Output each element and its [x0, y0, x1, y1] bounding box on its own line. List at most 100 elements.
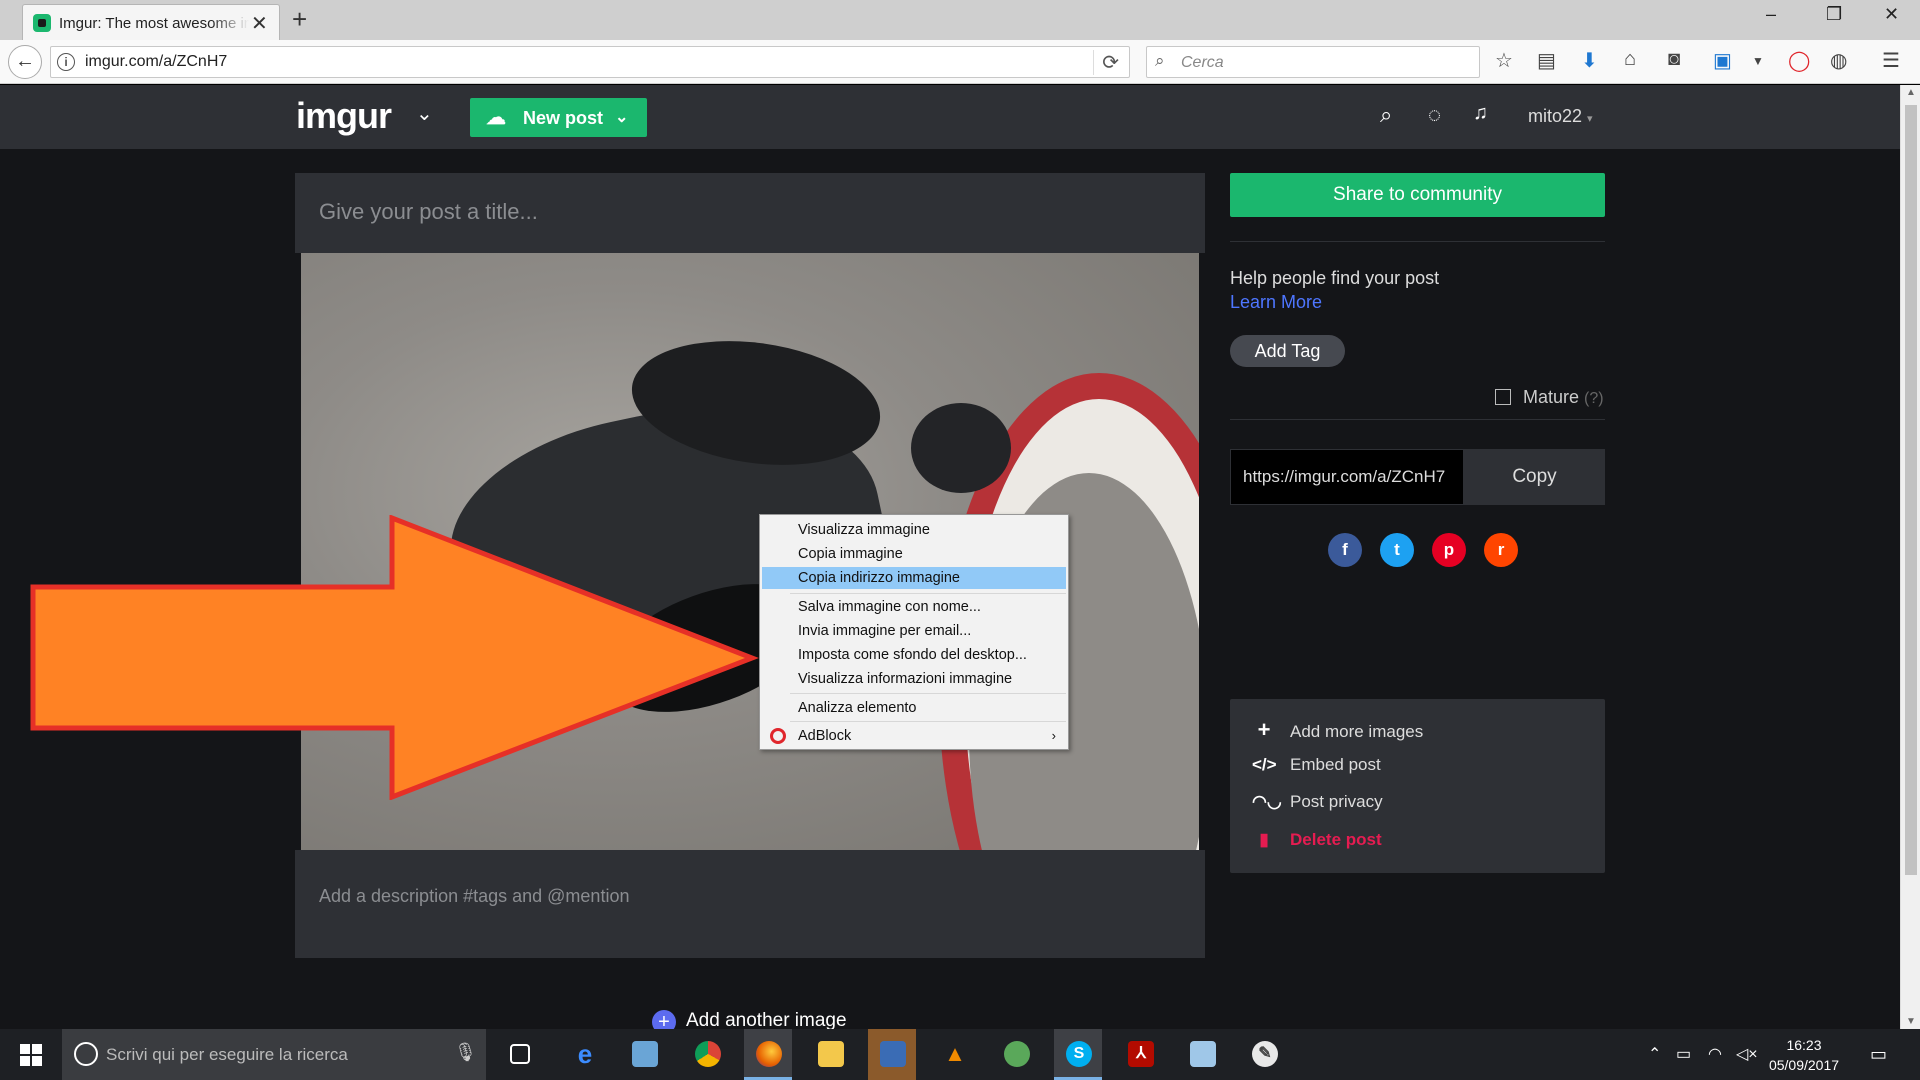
copy-button[interactable]: Copy — [1464, 449, 1605, 505]
new-tab-icon[interactable]: + — [292, 4, 307, 35]
acrobat-icon[interactable]: ⅄ — [1116, 1029, 1164, 1080]
trash-icon: ▮ — [1259, 830, 1269, 849]
facebook-icon[interactable]: f — [1328, 533, 1362, 567]
mature-help[interactable]: (?) — [1584, 390, 1604, 407]
mask-icon: ◠◡ — [1252, 792, 1282, 811]
minimize-icon[interactable]: – — [1766, 4, 1776, 25]
windows-start-icon[interactable] — [20, 1044, 42, 1066]
share-link-input[interactable]: https://imgur.com/a/ZCnH7 — [1230, 449, 1464, 505]
app-icon[interactable] — [868, 1029, 916, 1080]
reading-list-icon[interactable]: ▤ — [1537, 48, 1556, 73]
scrollbar-thumb[interactable] — [1905, 105, 1917, 875]
embed-post-label: Embed post — [1290, 755, 1381, 774]
maximize-icon[interactable]: ❐ — [1826, 4, 1842, 25]
notepad-icon[interactable] — [1178, 1029, 1226, 1080]
pinterest-icon[interactable]: p — [1432, 533, 1466, 567]
chrome-icon[interactable] — [683, 1029, 731, 1080]
title-placeholder: Give your post a title... — [319, 199, 538, 224]
browser-tab[interactable]: Imgur: The most awesome images on the In… — [22, 4, 280, 40]
back-arrow-icon[interactable]: ← — [8, 45, 42, 79]
post-privacy-button[interactable]: ◠◡ Post privacy — [1252, 792, 1383, 812]
home-icon[interactable]: ⌂ — [1624, 48, 1636, 71]
menu-separator — [790, 721, 1066, 722]
bell-icon[interactable]: ♫ — [1473, 102, 1488, 125]
browser-search-input[interactable]: ⌕ Cerca — [1146, 46, 1480, 78]
chevron-down-icon[interactable]: ⌄ — [416, 101, 433, 126]
twitter-icon[interactable]: t — [1380, 533, 1414, 567]
menu-item-set-desktop-background[interactable]: Imposta come sfondo del desktop... — [762, 644, 1066, 666]
help-text: Help people find your post — [1230, 268, 1440, 288]
globe-icon[interactable]: ◍ — [1830, 48, 1847, 73]
reddit-icon[interactable]: r — [1484, 533, 1518, 567]
delete-post-button[interactable]: ▮ Delete post — [1252, 830, 1382, 850]
description-placeholder: Add a description #tags and @mention — [319, 886, 630, 906]
microphone-icon[interactable]: 🎙 — [454, 1042, 477, 1063]
menu-icon[interactable]: ☰ — [1882, 48, 1900, 73]
globe-app-icon[interactable] — [992, 1029, 1040, 1080]
scroll-down-icon[interactable]: ▼ — [1906, 1016, 1916, 1027]
bookmark-star-icon[interactable]: ☆ — [1495, 48, 1513, 73]
tab-title: Imgur: The most awesome images on the In… — [59, 15, 249, 32]
username-menu[interactable]: mito22 ▾ — [1528, 106, 1593, 127]
delete-post-label: Delete post — [1290, 830, 1382, 849]
search-icon[interactable]: ⌕ — [1380, 102, 1392, 128]
imgur-logo[interactable]: imgur — [296, 95, 392, 137]
paint-icon[interactable]: ✎ — [1240, 1029, 1288, 1080]
clock-time: 16:23 — [1786, 1037, 1822, 1053]
vlc-icon[interactable]: ▲ — [930, 1029, 978, 1080]
page-scrollbar[interactable]: ▲ ▼ — [1900, 85, 1920, 1029]
mature-label: Mature — [1523, 387, 1580, 407]
menu-item-email-image[interactable]: Invia immagine per email... — [762, 620, 1066, 642]
menu-item-view-image[interactable]: Visualizza immagine — [762, 519, 1066, 541]
opera-icon[interactable]: ◯ — [1788, 48, 1810, 73]
reload-icon[interactable]: ⟳ — [1093, 50, 1119, 75]
menu-item-copy-image[interactable]: Copia immagine — [762, 543, 1066, 565]
post-title-input[interactable]: Give your post a title... — [295, 173, 1205, 253]
menu-item-inspect-element[interactable]: Analizza elemento — [762, 697, 1066, 719]
share-to-community-button[interactable]: Share to community — [1230, 173, 1605, 217]
menu-item-copy-image-address[interactable]: Copia indirizzo immagine — [762, 567, 1066, 589]
close-window-icon[interactable]: ✕ — [1884, 4, 1899, 25]
explorer-window-icon[interactable] — [620, 1029, 668, 1080]
code-icon: </> — [1252, 755, 1277, 774]
add-more-images-label: Add more images — [1290, 722, 1424, 741]
task-view-icon[interactable] — [496, 1029, 544, 1080]
tray-chevron-up-icon[interactable]: ⌃ — [1648, 1044, 1661, 1064]
menu-item-adblock[interactable]: AdBlock › — [762, 725, 1066, 747]
pocket-icon[interactable]: ◙ — [1668, 48, 1680, 71]
taskbar-search-input[interactable]: Scrivi qui per eseguire la ricerca 🎙 — [62, 1029, 486, 1080]
description-input[interactable]: Add a description #tags and @mention — [295, 850, 1205, 958]
notifications-icon[interactable]: ▭ — [1870, 1044, 1887, 1065]
firefox-icon[interactable] — [744, 1029, 792, 1080]
menu-separator — [790, 693, 1066, 694]
mature-checkbox[interactable] — [1495, 389, 1511, 405]
browser-titlebar: Imgur: The most awesome images on the In… — [0, 0, 1920, 40]
add-more-images-button[interactable]: + Add more images — [1252, 717, 1424, 743]
extension-icon[interactable]: ▣ — [1713, 48, 1732, 73]
taskbar-clock[interactable]: 16:23 05/09/2017 — [1764, 1035, 1844, 1075]
url-bar[interactable]: i imgur.com/a/ZCnH7 ⟳ — [50, 46, 1130, 78]
info-icon[interactable]: i — [57, 53, 75, 71]
cortana-icon[interactable] — [74, 1042, 98, 1066]
embed-post-button[interactable]: </> Embed post — [1252, 755, 1381, 775]
menu-item-save-image-as[interactable]: Salva immagine con nome... — [762, 596, 1066, 618]
add-tag-button[interactable]: Add Tag — [1230, 335, 1345, 367]
close-tab-icon[interactable]: ✕ — [251, 11, 268, 36]
url-text[interactable]: imgur.com/a/ZCnH7 — [85, 53, 227, 71]
annotation-arrow — [30, 515, 759, 800]
chat-icon[interactable]: ◌ — [1428, 102, 1441, 128]
learn-more-link[interactable]: Learn More — [1230, 292, 1322, 313]
new-post-button[interactable]: ☁ New post ⌄ — [470, 98, 647, 137]
scroll-up-icon[interactable]: ▲ — [1906, 87, 1916, 98]
mature-toggle[interactable]: Mature (?) — [1495, 387, 1604, 408]
skype-icon[interactable]: S — [1054, 1029, 1102, 1080]
file-explorer-icon[interactable] — [806, 1029, 854, 1080]
download-icon[interactable]: ⬇ — [1581, 48, 1598, 73]
chevron-down-icon[interactable]: ▼ — [1752, 54, 1764, 68]
add-another-image-button[interactable]: + Add another image — [652, 1010, 847, 1029]
volume-muted-icon[interactable]: ◁× — [1736, 1044, 1758, 1064]
wifi-icon[interactable]: ◠ — [1708, 1044, 1722, 1064]
menu-item-view-image-info[interactable]: Visualizza informazioni immagine — [762, 668, 1066, 690]
battery-icon[interactable]: ▭ — [1676, 1044, 1691, 1064]
edge-icon[interactable]: e — [560, 1029, 608, 1080]
